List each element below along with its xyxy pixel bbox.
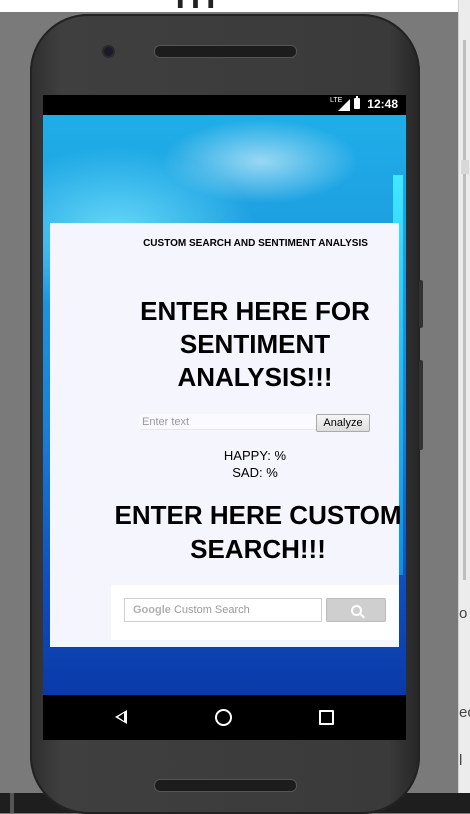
signal-icon [338, 99, 350, 111]
custom-search-input[interactable]: Google Custom Search [124, 598, 322, 622]
custom-search-placeholder: Custom Search [173, 604, 250, 616]
custom-search-heading: ENTER HERE CUSTOM SEARCH!!! [114, 500, 402, 564]
search-icon [351, 605, 362, 616]
power-button[interactable] [419, 280, 423, 328]
google-custom-search-box: Google Custom Search [111, 585, 399, 640]
search-button[interactable] [326, 598, 386, 622]
recent-apps-icon[interactable] [319, 710, 334, 725]
background-window-top: ▌▌▌ [0, 0, 458, 12]
top-speaker [154, 45, 297, 58]
sad-result: SAD: % [232, 465, 278, 480]
background-text-fragment: o [459, 605, 468, 622]
background-scrollbar-strip [458, 0, 470, 813]
phone-screen: LTE 12:48 CUSTOM SEARCH AND SENTIMENT AN… [43, 95, 406, 740]
app-card: CUSTOM SEARCH AND SENTIMENT ANALYSIS ENT… [50, 223, 402, 647]
background-glyphs: ▌▌▌ [178, 0, 224, 8]
background-scrollbar[interactable] [463, 40, 466, 580]
back-icon[interactable] [115, 710, 127, 724]
analyze-button[interactable]: Analyze [316, 414, 370, 432]
status-bar: LTE 12:48 [43, 95, 406, 115]
front-camera [104, 47, 113, 56]
navigation-bar [43, 695, 406, 740]
happy-result: HAPPY: % [223, 448, 287, 463]
background-mark [461, 160, 469, 174]
app-title: CUSTOM SEARCH AND SENTIMENT ANALYSIS [143, 238, 368, 249]
bottom-speaker [154, 779, 297, 792]
google-brand: Google [133, 604, 171, 616]
background-text-fragment: ec [459, 704, 470, 721]
sentiment-heading: ENTER HERE FOR SENTIMENT ANALYSIS!!! [140, 296, 370, 392]
home-icon[interactable] [215, 709, 232, 726]
battery-icon [354, 96, 360, 109]
wallpaper: CUSTOM SEARCH AND SENTIMENT ANALYSIS ENT… [43, 115, 406, 695]
background-text-fragment: l [459, 752, 463, 769]
status-time: 12:48 [367, 97, 398, 111]
sentiment-text-input[interactable] [140, 414, 320, 430]
volume-button[interactable] [419, 360, 423, 450]
